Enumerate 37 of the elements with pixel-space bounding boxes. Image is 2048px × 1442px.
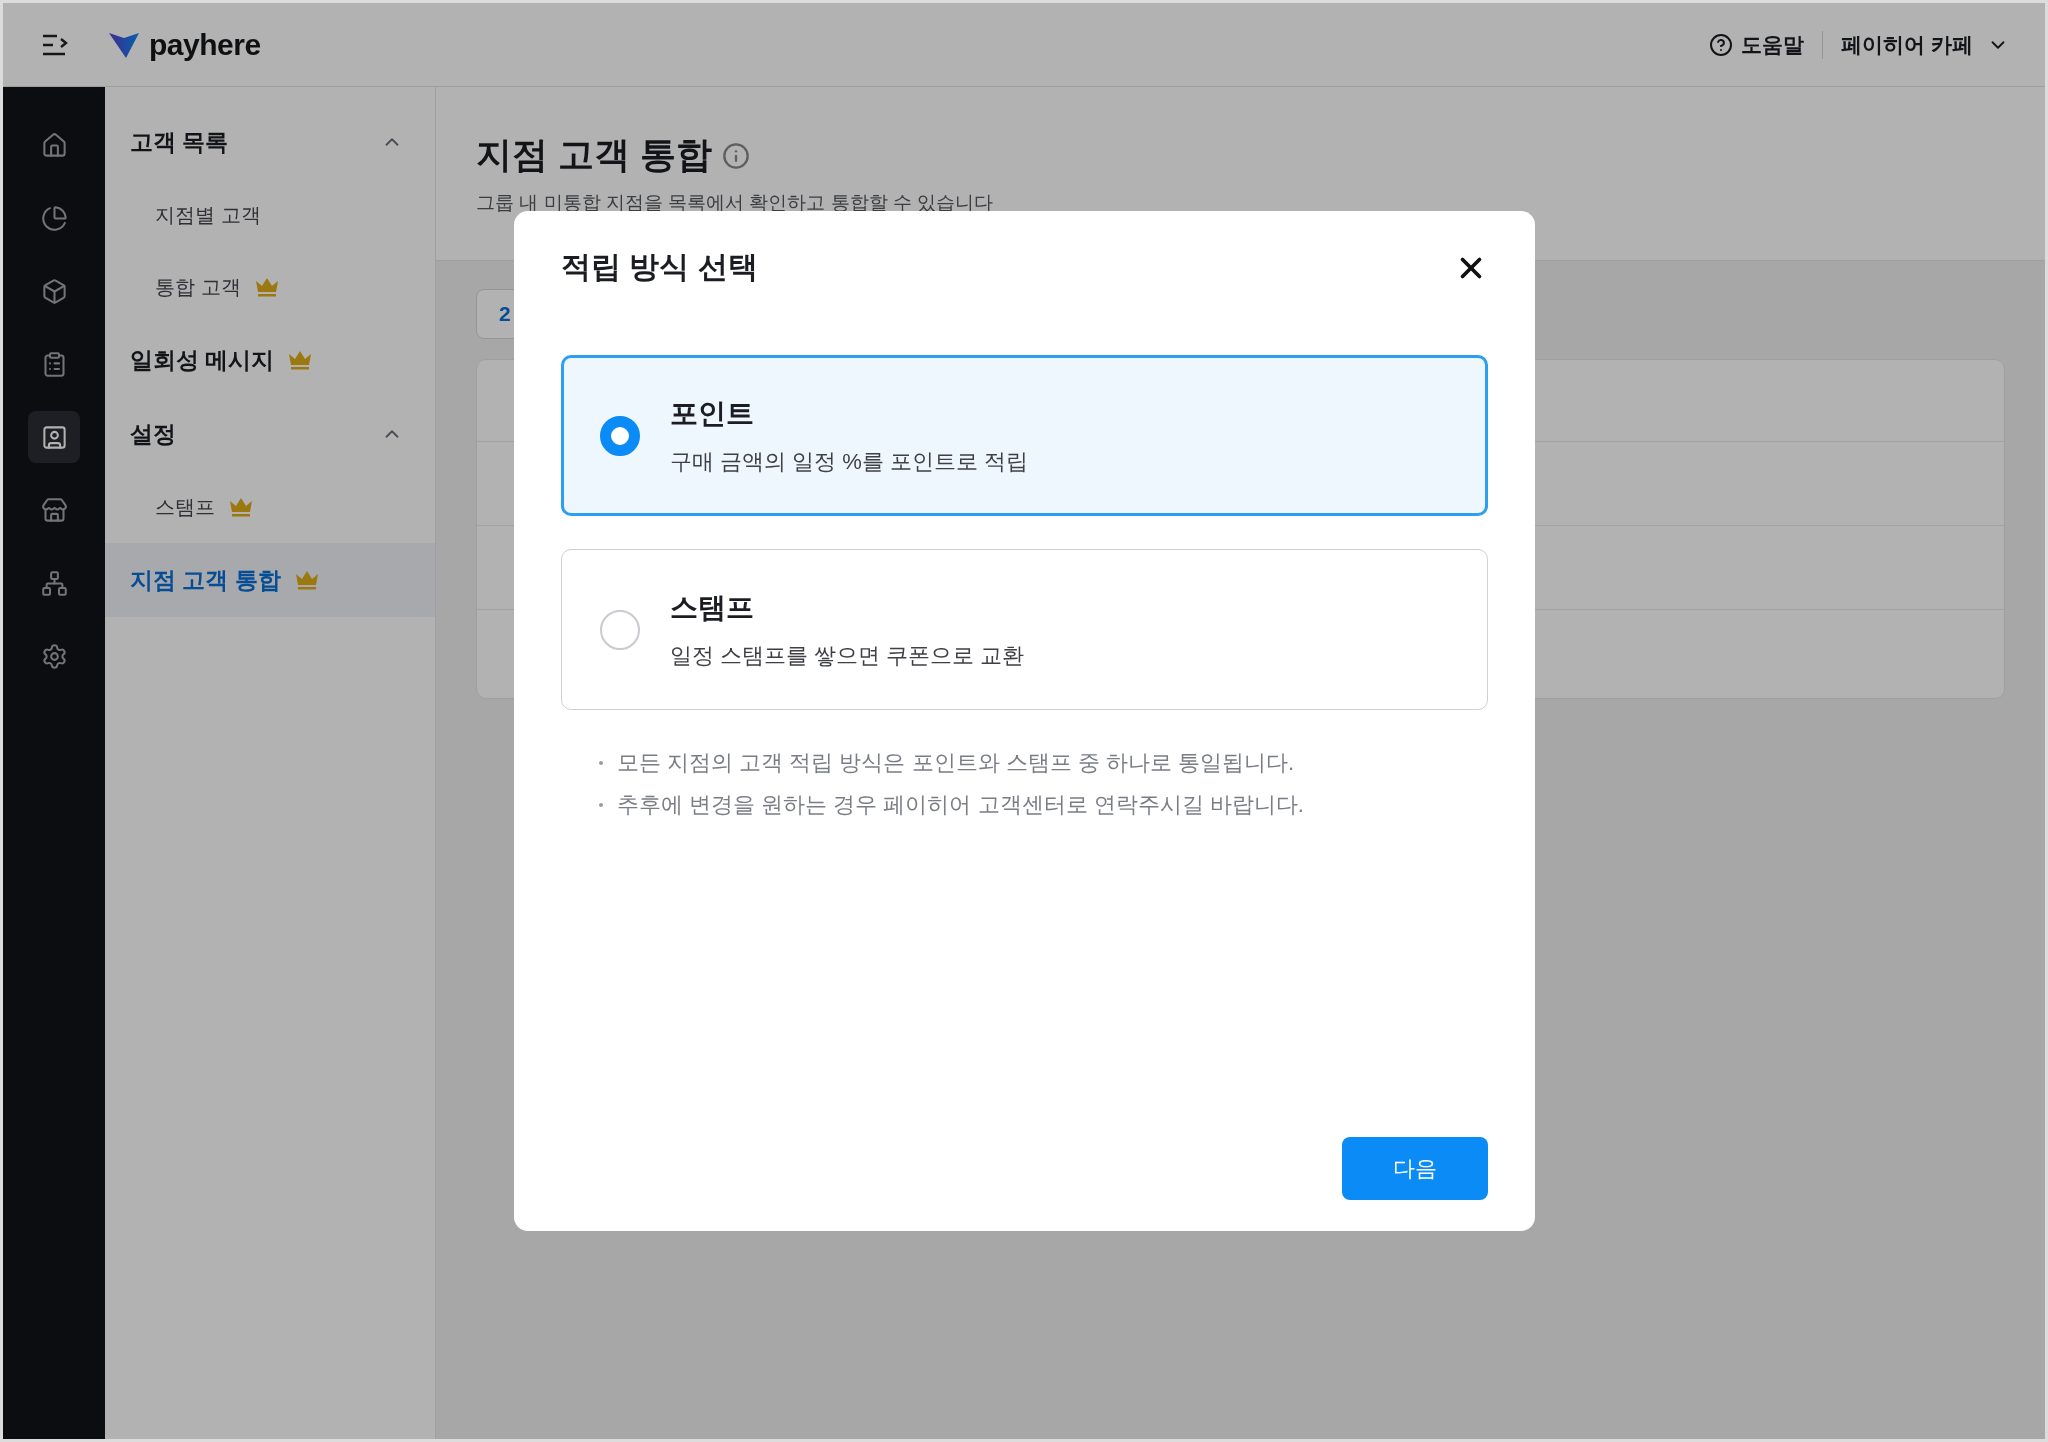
help-link[interactable]: 도움말 [1709,30,1824,59]
bullet-icon [599,761,603,765]
note-text: 모든 지점의 고객 적립 방식은 포인트와 스탬프 중 하나로 통일됩니다. [617,749,1295,777]
option-title: 스탬프 [670,590,755,625]
info-icon[interactable] [722,141,750,170]
sidebar-item[interactable]: 스탬프 [105,471,435,543]
logo-text: payhere [149,27,261,62]
sidebar-item[interactable]: 고객 목록 [105,105,435,179]
page-subtitle: 그룹 내 미통합 지점을 목록에서 확인하고 통합할 수 있습니다 [476,191,995,215]
rail-button[interactable] [28,411,80,463]
page-title: 지점 고객 통합 [476,133,712,177]
option-description: 일정 스탬프를 쌓으면 쿠폰으로 교환 [670,641,1025,670]
note-text: 추후에 변경을 원하는 경우 페이히어 고객센터로 연락주시길 바랍니다. [617,791,1304,819]
radio-button[interactable] [600,609,640,650]
logo-icon [109,30,139,59]
option-card[interactable]: 포인트 구매 금액의 일정 %를 포인트로 적립 [561,355,1488,516]
help-icon [1709,32,1734,57]
sidebar-item[interactable]: 설정 [105,397,435,471]
menu-toggle-icon[interactable] [41,32,69,57]
bullet-icon [599,803,603,807]
box-icon [40,277,68,305]
sidebar-item[interactable]: 지점 고객 통합 [105,543,435,617]
pie-chart-icon [40,204,68,232]
sidebar-item[interactable]: 통합 고객 [105,251,435,323]
contact-icon [40,423,68,451]
settings-icon [40,642,68,670]
sidebar-item[interactable]: 일회성 메시지 [105,323,435,397]
home-icon [40,131,68,159]
option-title: 포인트 [670,396,755,431]
option-description: 구매 금액의 일정 %를 포인트로 적립 [670,447,1029,476]
modal-title: 적립 방식 선택 [561,249,758,285]
network-icon [40,569,68,597]
store-icon [40,496,68,524]
option-card[interactable]: 스탬프 일정 스탬프를 쌓으면 쿠폰으로 교환 [561,549,1488,710]
radio-button[interactable] [600,415,640,456]
store-selector[interactable]: 페이히어 카페 [1823,30,2009,59]
sidebar-item[interactable]: 지점별 고객 [105,179,435,251]
